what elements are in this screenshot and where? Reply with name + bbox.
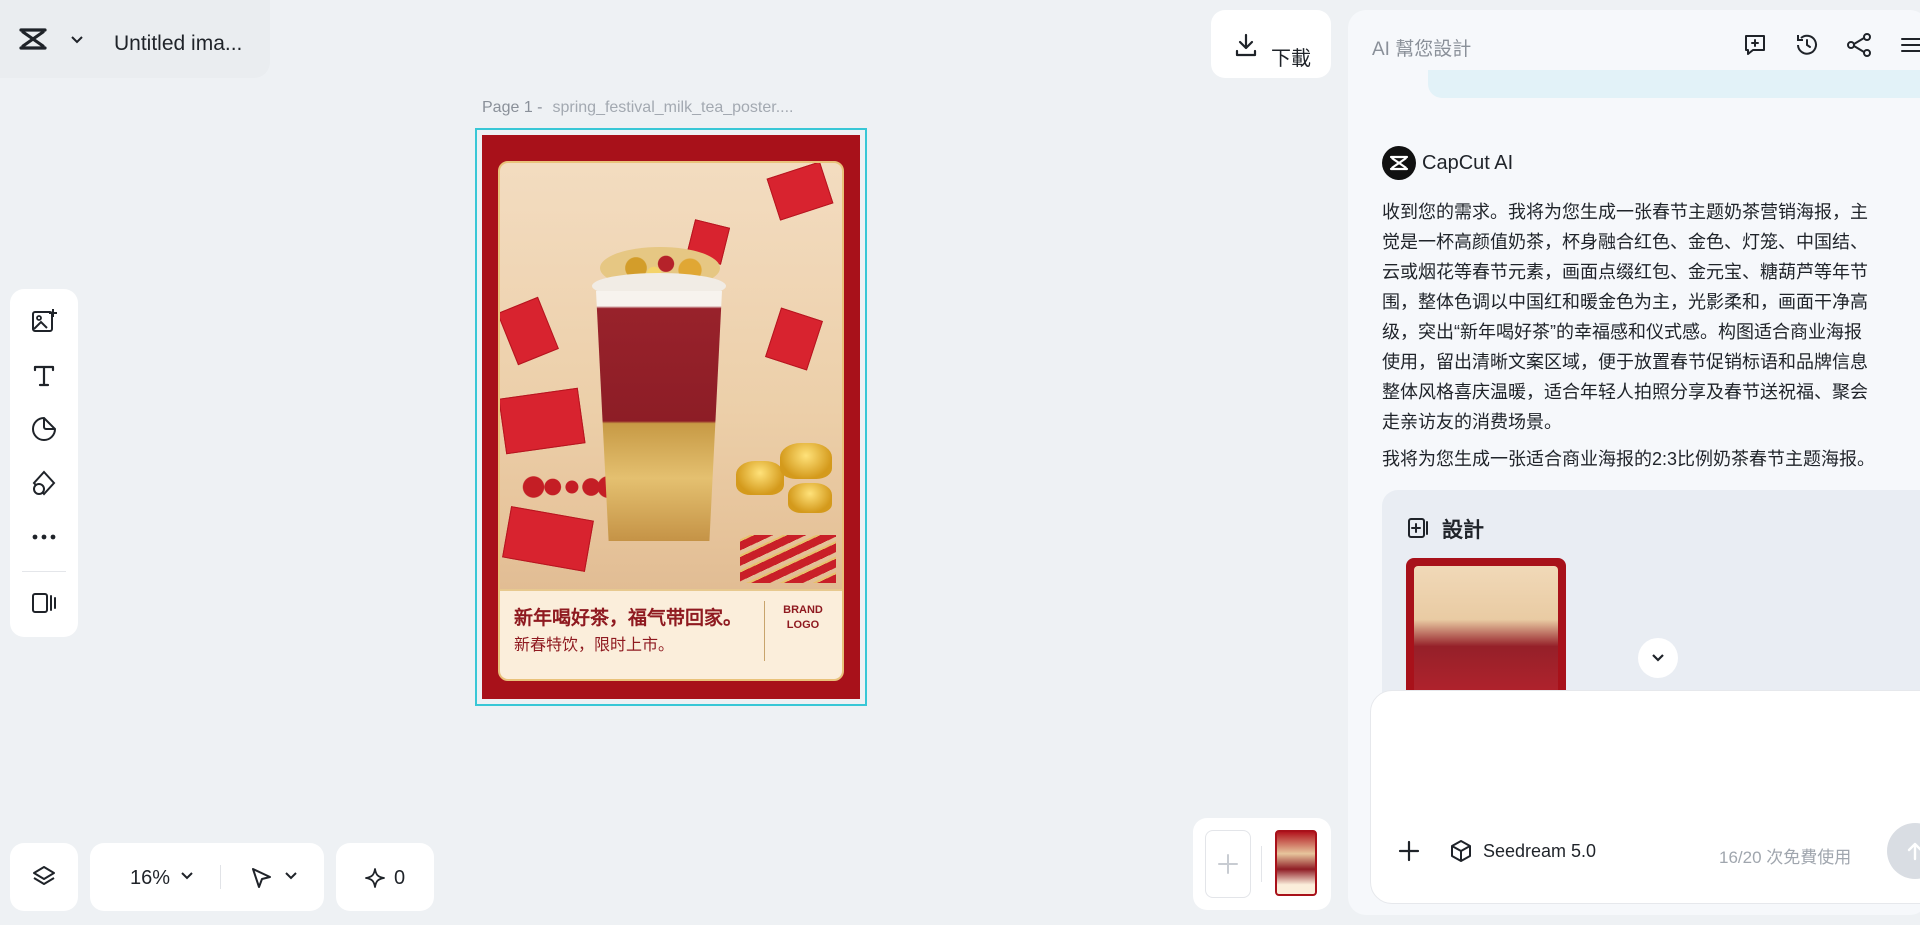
capcut-logo-icon[interactable] <box>18 27 48 51</box>
model-selector[interactable]: Seedream 5.0 <box>1449 839 1596 863</box>
ai-message-header: CapCut AI <box>1382 146 1513 180</box>
design-title: 設計 <box>1442 519 1484 542</box>
gold-ingot <box>736 461 784 495</box>
credits-button[interactable]: 0 <box>336 843 434 911</box>
expand-button[interactable] <box>1638 638 1678 678</box>
design-result-card: 設計 <box>1382 490 1920 710</box>
red-envelope <box>766 163 834 221</box>
poster-image: 新年喝好茶，福气带回家。 新春特饮，限时上市。 BRAND LOGO <box>498 161 844 681</box>
canvas-selection[interactable]: 新年喝好茶，福气带回家。 新春特饮，限时上市。 BRAND LOGO <box>475 128 867 706</box>
gold-ingot <box>780 443 832 479</box>
page-thumbnail[interactable] <box>1275 830 1317 896</box>
candied-hawthorn <box>522 473 618 501</box>
chevron-down-icon[interactable] <box>284 871 298 881</box>
pointer-tool-icon[interactable] <box>248 865 274 891</box>
panel-header-actions <box>1742 32 1920 58</box>
toolbar-divider <box>22 571 66 572</box>
layers-icon <box>30 863 58 891</box>
page-caption: Page 1 - spring_festival_milk_tea_poster.… <box>482 99 794 117</box>
sparkle-icon <box>364 867 386 889</box>
history-icon[interactable] <box>1794 32 1820 58</box>
zoom-controls: 16% <box>90 843 324 911</box>
red-envelope <box>502 506 594 572</box>
download-label: 下載 <box>1271 48 1311 70</box>
page-label: Page 1 - <box>482 99 543 116</box>
add-image-icon[interactable] <box>28 305 60 337</box>
usage-quota: 16/20 次免費使用 <box>1719 848 1852 867</box>
share-icon[interactable] <box>1846 32 1872 58</box>
left-toolbar <box>10 289 78 637</box>
gold-ingot <box>788 483 832 513</box>
poster-subline: 新春特饮，限时上市。 <box>514 637 675 654</box>
zoom-separator <box>220 865 221 889</box>
document-title[interactable]: Untitled ima... <box>114 32 242 56</box>
design-icon <box>1406 516 1430 540</box>
poster-divider <box>764 601 765 661</box>
ai-message-text: 收到您的需求。我将为您生成一张春节主题奶茶营销海报，主 觉是一杯高颜值奶茶，杯身… <box>1382 202 1868 432</box>
panel-title: AI 幫您設計 <box>1372 39 1472 60</box>
prompt-input-box[interactable]: Seedream 5.0 16/20 次免費使用 <box>1370 690 1920 904</box>
cube-icon <box>1451 840 1471 862</box>
firecrackers <box>740 535 836 583</box>
zoom-level[interactable]: 16% <box>130 867 170 890</box>
text-icon[interactable] <box>28 359 60 391</box>
app-header: Untitled ima... <box>0 0 270 78</box>
brand-logo-placeholder: BRAND LOGO <box>770 603 836 633</box>
brand-line-1: BRAND <box>783 604 823 616</box>
capcut-ai-avatar <box>1382 146 1416 180</box>
download-button[interactable]: 下載 <box>1211 10 1331 78</box>
sticker-icon[interactable] <box>28 413 60 445</box>
ai-design-panel: AI 幫您設計 CapCut AI 收到您的需求。我将为您生成一张春节主题奶茶营… <box>1348 10 1920 915</box>
model-name: Seedream 5.0 <box>1483 840 1597 861</box>
add-page-button[interactable] <box>1205 830 1251 898</box>
chevron-down-icon[interactable] <box>180 871 194 881</box>
menu-icon[interactable] <box>1898 32 1920 58</box>
poster-caption-box: 新年喝好茶，福气带回家。 新春特饮，限时上市。 BRAND LOGO <box>500 589 842 679</box>
credits-count: 0 <box>394 867 406 889</box>
chevron-down-icon[interactable] <box>70 35 84 45</box>
layers-button[interactable] <box>10 843 78 911</box>
pages-panel <box>1193 818 1331 910</box>
previous-message-bubble <box>1428 70 1920 98</box>
red-envelope <box>765 307 823 371</box>
new-chat-icon[interactable] <box>1742 32 1768 58</box>
design-thumbnail[interactable] <box>1406 558 1566 708</box>
red-envelope <box>500 387 586 455</box>
red-envelope <box>500 296 559 366</box>
send-button[interactable] <box>1887 823 1920 879</box>
arrow-up-icon <box>1907 842 1920 861</box>
page-name[interactable]: spring_festival_milk_tea_poster.... <box>552 99 793 116</box>
ai-message-summary: 我将为您生成一张适合商业海报的2:3比例奶茶春节主题海报。 <box>1382 449 1876 469</box>
shapes-icon[interactable] <box>28 467 60 499</box>
pages-separator <box>1261 846 1262 882</box>
poster[interactable]: 新年喝好茶，福气带回家。 新春特饮，限时上市。 BRAND LOGO <box>482 135 860 699</box>
poster-headline: 新年喝好茶，福气带回家。 <box>514 608 743 629</box>
brand-line-2: LOGO <box>786 619 820 631</box>
milk-tea-cup <box>596 291 722 541</box>
layout-icon[interactable] <box>28 587 60 619</box>
plus-icon[interactable] <box>1397 839 1421 863</box>
ai-name: CapCut AI <box>1422 151 1514 174</box>
download-icon <box>1233 32 1259 58</box>
more-icon[interactable] <box>28 521 60 553</box>
